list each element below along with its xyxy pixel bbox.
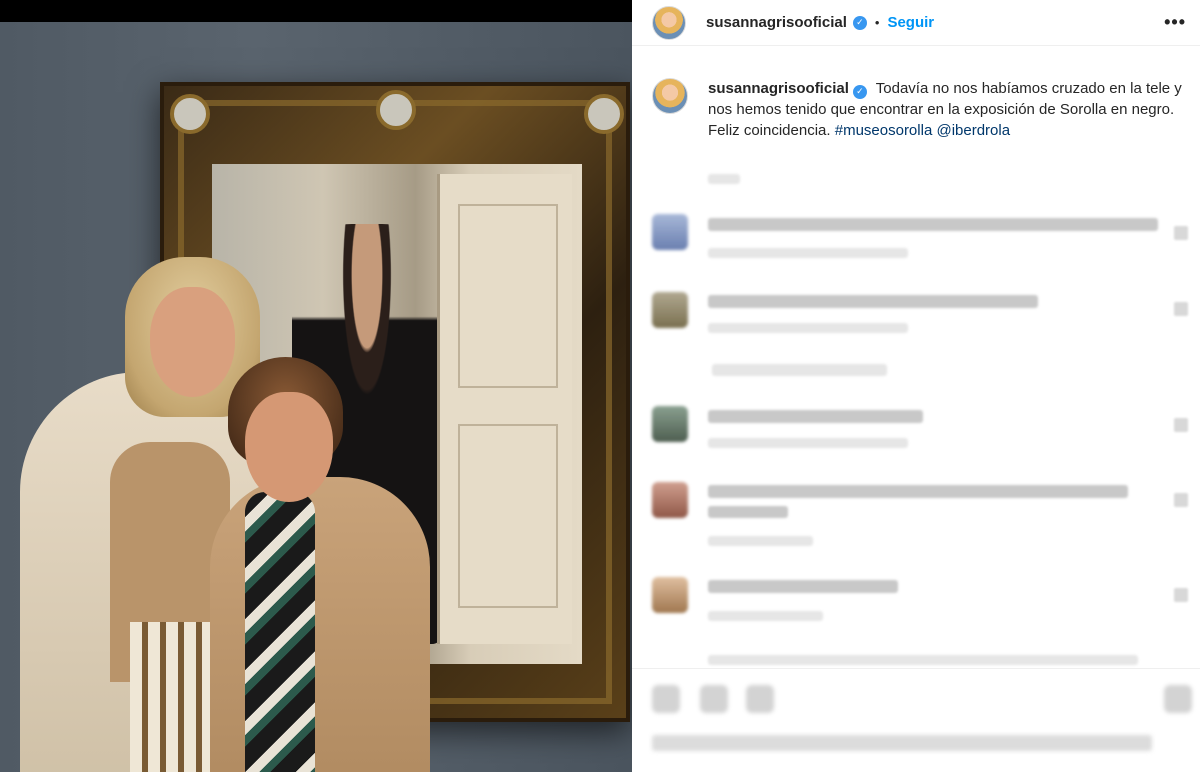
woman-left-skirt <box>130 622 220 772</box>
caption-row: susannagrisooficial ✓ Todavía no nos habí… <box>652 78 1182 141</box>
likes-redacted <box>652 735 1152 751</box>
view-replies-redacted[interactable] <box>712 364 887 376</box>
comment-text-redacted <box>708 506 788 518</box>
follow-button[interactable]: Seguir <box>887 14 934 31</box>
post-panel: susannagrisooficial ✓ • Seguir ••• susan… <box>632 0 1200 772</box>
hashtag-link[interactable]: #museosorolla <box>835 122 933 139</box>
action-bar <box>632 668 1200 728</box>
frame-ornament <box>170 94 210 134</box>
post-header: susannagrisooficial ✓ • Seguir ••• <box>632 0 1200 46</box>
more-options-icon[interactable]: ••• <box>1164 12 1186 33</box>
header-separator: • <box>874 15 880 30</box>
heart-icon[interactable] <box>1174 302 1188 316</box>
caption-avatar[interactable] <box>652 78 688 114</box>
comment-avatar[interactable] <box>652 214 688 250</box>
woman-right-scarf <box>245 492 315 772</box>
comment-icon[interactable] <box>700 685 728 713</box>
comment-avatar[interactable] <box>652 577 688 613</box>
caption: susannagrisooficial ✓ Todavía no nos habí… <box>708 78 1182 141</box>
woman-right-face <box>245 392 333 502</box>
heart-icon[interactable] <box>652 685 680 713</box>
post-media[interactable] <box>0 0 632 772</box>
comment-text-redacted <box>708 655 1138 665</box>
comment-text-redacted <box>708 218 1158 231</box>
heart-icon[interactable] <box>1174 588 1188 602</box>
frame-ornament <box>376 90 416 130</box>
comment-meta-redacted <box>708 438 908 448</box>
bookmark-icon[interactable] <box>1164 685 1192 713</box>
comment-text-redacted <box>708 580 898 593</box>
author-avatar[interactable] <box>652 5 686 40</box>
post-photo[interactable] <box>0 22 632 772</box>
caption-time-redacted <box>708 174 740 184</box>
mention-link[interactable]: @iberdrola <box>936 122 1010 139</box>
author-username[interactable]: susannagrisooficial <box>706 14 847 31</box>
comment-meta-redacted <box>708 248 908 258</box>
frame-ornament <box>584 94 624 134</box>
comment-meta-redacted <box>708 611 823 621</box>
verified-badge-icon: ✓ <box>852 15 867 30</box>
share-icon[interactable] <box>746 685 774 713</box>
painted-door <box>437 174 572 644</box>
verified-badge-icon: ✓ <box>852 84 867 99</box>
comment-avatar[interactable] <box>652 482 688 518</box>
comment-avatar[interactable] <box>652 292 688 328</box>
heart-icon[interactable] <box>1174 493 1188 507</box>
comment-meta-redacted <box>708 536 813 546</box>
caption-username[interactable]: susannagrisooficial <box>708 80 849 97</box>
heart-icon[interactable] <box>1174 418 1188 432</box>
woman-right-trench <box>210 477 430 772</box>
comment-text-redacted <box>708 410 923 423</box>
comment-avatar[interactable] <box>652 406 688 442</box>
heart-icon[interactable] <box>1174 226 1188 240</box>
comment-text-redacted <box>708 485 1128 498</box>
woman-left-face <box>150 287 235 397</box>
comment-text-redacted <box>708 295 1038 308</box>
comment-meta-redacted <box>708 323 908 333</box>
